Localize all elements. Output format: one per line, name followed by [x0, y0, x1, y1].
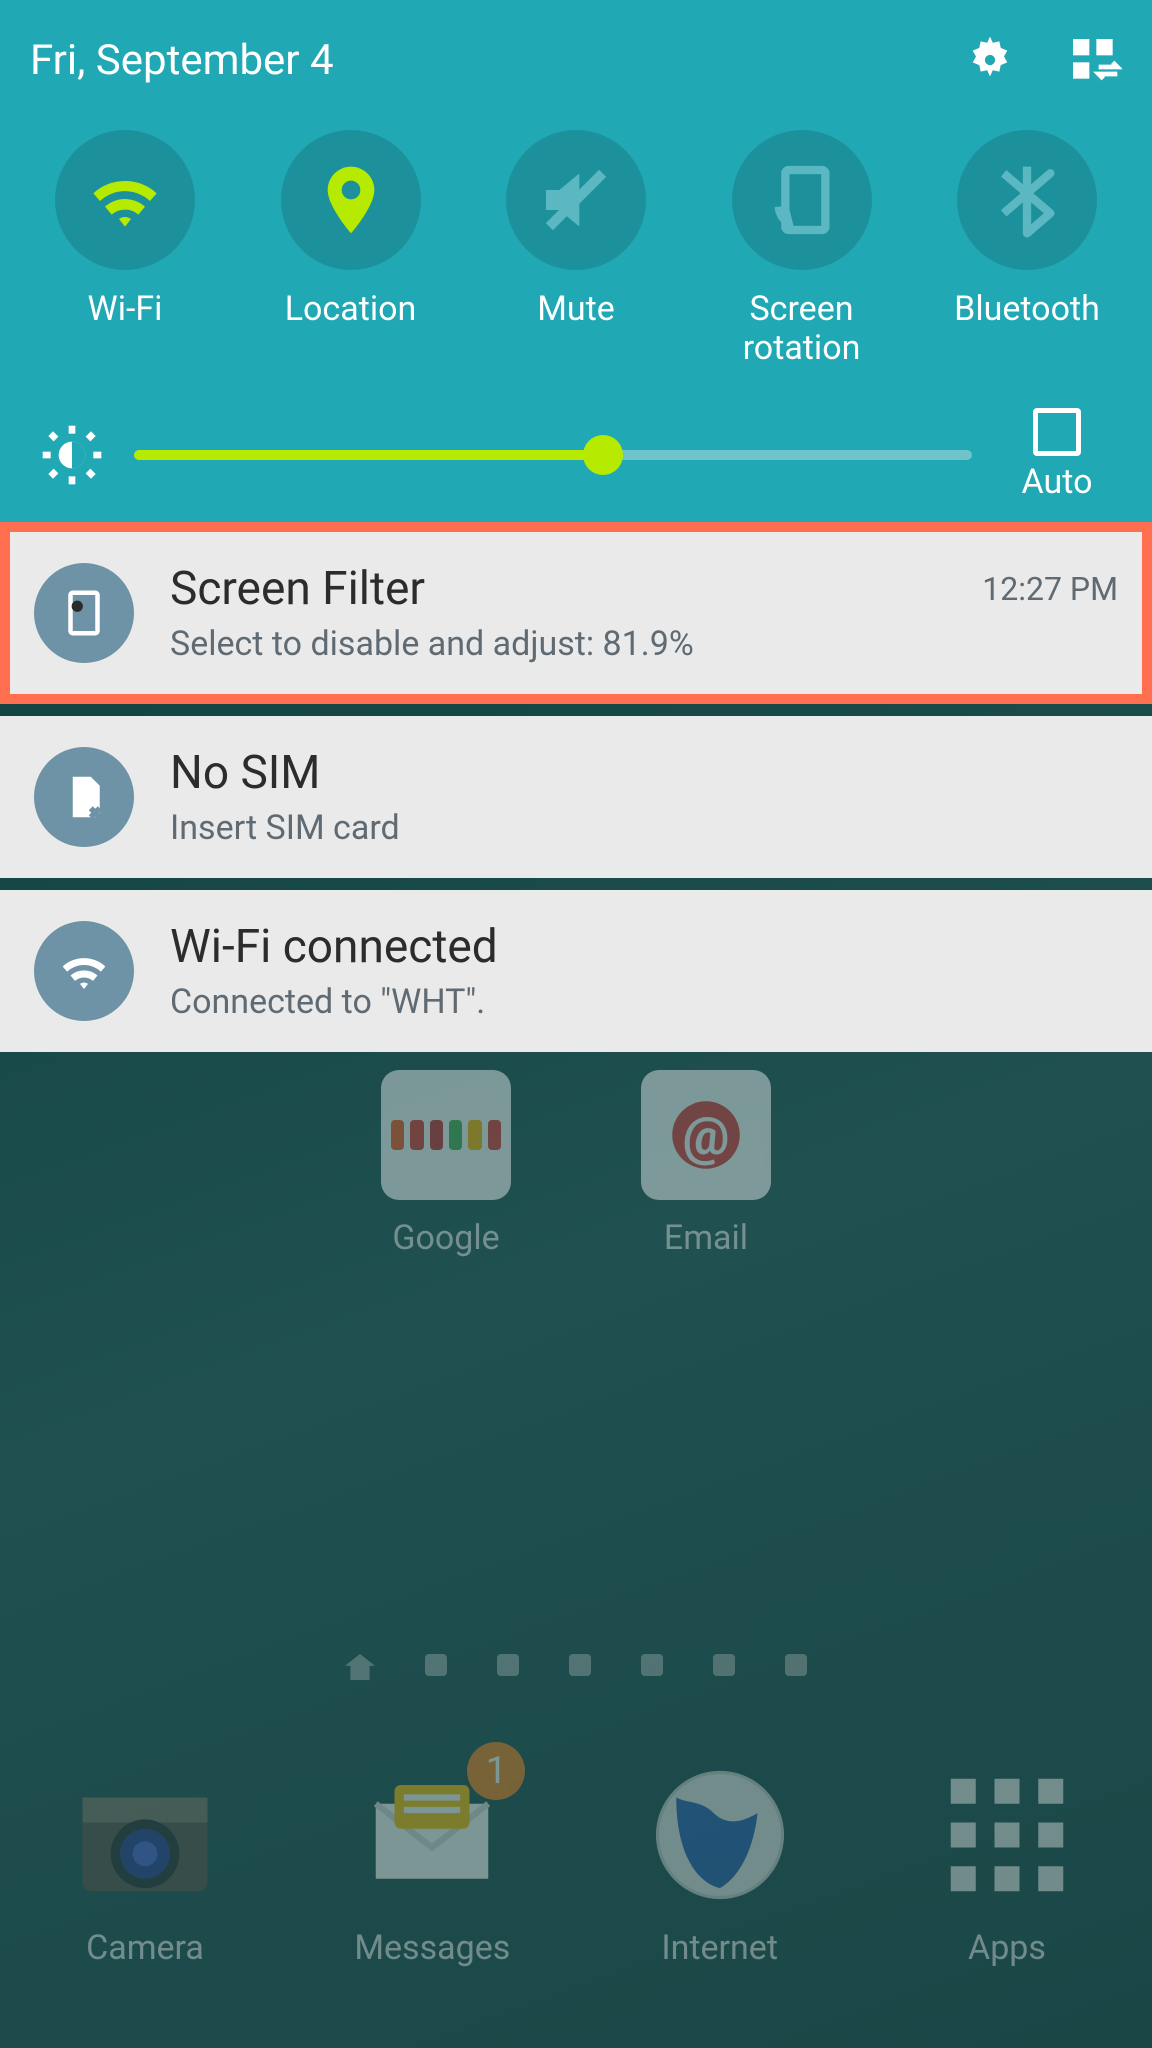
app-label: Camera [86, 1928, 204, 1968]
app-internet[interactable]: Internet [635, 1760, 805, 1968]
notification-time: 12:27 PM [982, 570, 1118, 608]
page-dot[interactable] [641, 1654, 663, 1676]
notification-title: Wi-Fi connected [170, 920, 1118, 974]
panel-toggle-button[interactable] [1066, 32, 1122, 88]
notification-title: No SIM [170, 746, 1118, 800]
date-label: Fri, September 4 [30, 36, 334, 85]
dock: Camera 1 Messages Internet [40, 1760, 1112, 2008]
app-label: Internet [661, 1928, 778, 1968]
auto-brightness-toggle[interactable]: Auto [1002, 408, 1112, 502]
status-topbar: Fri, September 4 [30, 20, 1122, 100]
app-label: Messages [354, 1928, 510, 1968]
notifications-list: Screen Filter Select to disable and adju… [0, 522, 1152, 1052]
notification-no-sim[interactable]: No SIM Insert SIM card [0, 716, 1152, 878]
mute-icon [536, 160, 616, 240]
camera-icon [70, 1760, 220, 1910]
brightness-thumb[interactable] [583, 435, 623, 475]
toggle-screen-rotation[interactable]: Screen rotation [707, 130, 897, 368]
toggle-bluetooth[interactable]: Bluetooth [932, 130, 1122, 368]
notification-subtitle: Select to disable and adjust: 81.9% [170, 624, 946, 664]
apps-grid-icon [932, 1760, 1082, 1910]
notification-screen-filter[interactable]: Screen Filter Select to disable and adju… [0, 522, 1152, 704]
screen-rotation-icon [762, 160, 842, 240]
page-indicator[interactable] [40, 1654, 1112, 1680]
app-camera[interactable]: Camera [60, 1760, 230, 1968]
notification-wifi-connected[interactable]: Wi-Fi connected Connected to "WHT". [0, 890, 1152, 1052]
badge-count: 1 [467, 1742, 525, 1800]
toggle-mute-label: Mute [537, 290, 615, 329]
gear-icon [962, 32, 1018, 88]
toggle-wifi-label: Wi-Fi [88, 290, 163, 329]
page-dot[interactable] [425, 1654, 447, 1676]
sim-icon [34, 747, 134, 847]
app-google-folder[interactable]: Google [361, 1070, 531, 1258]
app-label: Apps [968, 1928, 1046, 1968]
page-dot[interactable] [569, 1654, 591, 1676]
checkbox-icon [1033, 408, 1081, 456]
messages-icon: 1 [357, 1760, 507, 1910]
page-dot-home[interactable] [345, 1654, 375, 1680]
wifi-connected-icon [34, 921, 134, 1021]
svg-text:@: @ [682, 1105, 729, 1167]
settings-button[interactable] [962, 32, 1018, 88]
email-icon: @ [641, 1070, 771, 1200]
grid-switch-icon [1066, 32, 1122, 88]
page-dot[interactable] [713, 1654, 735, 1676]
notification-title: Screen Filter [170, 562, 946, 616]
wifi-icon [85, 160, 165, 240]
location-icon [311, 160, 391, 240]
quick-settings-panel: Fri, September 4 Wi-Fi [0, 0, 1152, 522]
notification-subtitle: Connected to "WHT". [170, 982, 1118, 1022]
app-label: Google [392, 1218, 499, 1258]
home-screen-background: Google @ Email Camera [0, 1060, 1152, 2048]
folder-icon [381, 1070, 511, 1200]
brightness-row: Auto [30, 408, 1122, 514]
toggle-wifi[interactable]: Wi-Fi [30, 130, 220, 368]
page-dot[interactable] [497, 1654, 519, 1676]
globe-icon [645, 1760, 795, 1910]
toggle-mute[interactable]: Mute [481, 130, 671, 368]
toggle-location[interactable]: Location [256, 130, 446, 368]
screen-filter-icon [34, 563, 134, 663]
app-drawer[interactable]: Apps [922, 1760, 1092, 1968]
app-label: Email [664, 1218, 748, 1258]
quick-toggles-row: Wi-Fi Location Mute Screen rotation [30, 130, 1122, 368]
bluetooth-icon [987, 160, 1067, 240]
app-email[interactable]: @ Email [621, 1070, 791, 1258]
brightness-icon [40, 423, 104, 487]
notification-subtitle: Insert SIM card [170, 808, 1118, 848]
toggle-screen-rotation-label: Screen rotation [743, 290, 861, 368]
brightness-slider[interactable] [134, 450, 972, 460]
auto-brightness-label: Auto [1022, 462, 1093, 502]
toggle-bluetooth-label: Bluetooth [954, 290, 1100, 329]
page-dot[interactable] [785, 1654, 807, 1676]
toggle-location-label: Location [285, 290, 417, 329]
app-messages[interactable]: 1 Messages [347, 1760, 517, 1968]
